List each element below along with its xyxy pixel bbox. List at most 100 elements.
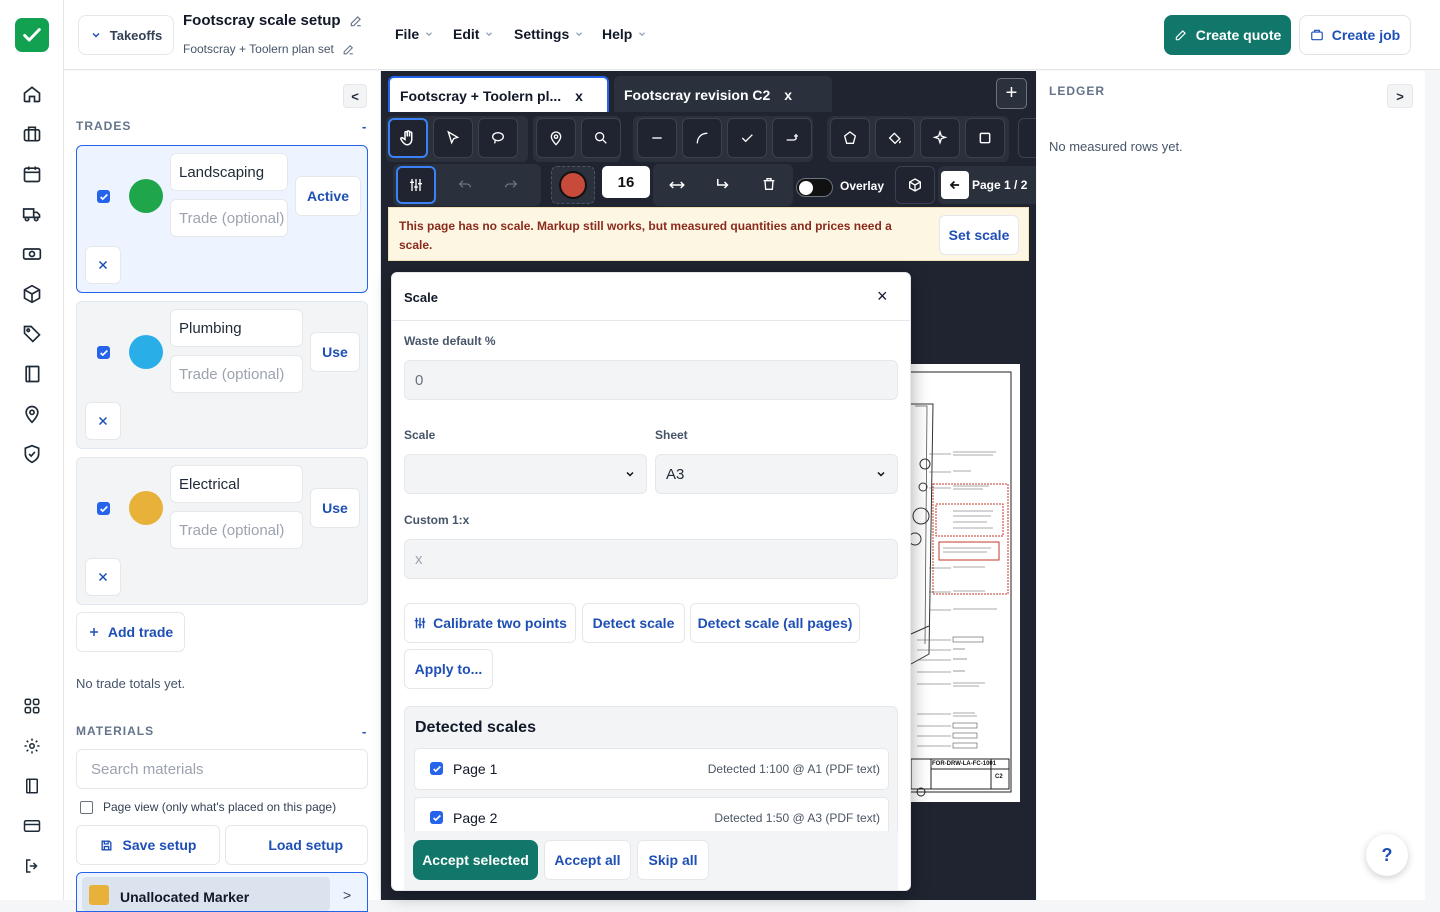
menu-settings[interactable]: Settings (514, 26, 584, 42)
trades-collapse-toggle[interactable]: - (362, 119, 366, 134)
trade-name-input[interactable]: Electrical (170, 465, 303, 503)
trade-optional-input[interactable]: Trade (optional) (170, 511, 303, 549)
waste-default-input[interactable]: 0 (404, 360, 898, 400)
detect-scale-button[interactable]: Detect scale (582, 603, 685, 643)
page-view-toggle[interactable]: Page view (only what's placed on this pa… (80, 800, 336, 814)
stroke-width-input[interactable]: 16 (602, 166, 650, 198)
load-setup-button[interactable]: Load setup (225, 825, 368, 865)
book-open-icon[interactable] (20, 774, 44, 798)
trade-use-button[interactable]: Use (310, 488, 360, 528)
help-button[interactable]: ? (1366, 834, 1408, 876)
trade-checkbox[interactable] (97, 346, 110, 359)
ai-tool-button[interactable] (920, 118, 960, 158)
add-trade-button[interactable]: Add trade (76, 612, 185, 652)
more-tools-button[interactable] (1018, 118, 1036, 158)
menu-file[interactable]: File (395, 26, 434, 42)
area-tool-button[interactable] (830, 118, 870, 158)
materials-collapse-toggle[interactable]: - (362, 724, 366, 739)
trade-color-swatch[interactable] (129, 179, 163, 213)
line-tool-button[interactable] (637, 118, 677, 158)
menu-help[interactable]: Help (602, 26, 647, 42)
trade-card-landscaping[interactable]: Landscaping Trade (optional) Active (76, 145, 368, 293)
fill-tool-button[interactable] (875, 118, 915, 158)
trade-active-button[interactable]: Active (295, 176, 361, 216)
grid-icon[interactable] (20, 694, 44, 718)
undo-icon[interactable] (457, 176, 473, 197)
trade-card-plumbing[interactable]: Plumbing Trade (optional) Use (76, 301, 368, 449)
sheet-select[interactable]: A3 (655, 454, 898, 494)
check-tool-button[interactable] (727, 118, 767, 158)
box-icon[interactable] (20, 282, 44, 306)
3d-view-button[interactable] (895, 166, 935, 204)
home-icon[interactable] (20, 82, 44, 106)
takeoffs-dropdown[interactable]: Takeoffs (78, 15, 174, 55)
rectangle-tool-button[interactable] (965, 118, 1005, 158)
create-quote-button[interactable]: Create quote (1164, 15, 1291, 55)
set-scale-button[interactable]: Set scale (939, 215, 1019, 255)
trade-checkbox[interactable] (97, 502, 110, 515)
expand-ledger-button[interactable]: > (1387, 84, 1413, 108)
calibrate-two-points-button[interactable]: Calibrate two points (404, 603, 576, 643)
pan-tool-button[interactable] (388, 118, 428, 158)
shield-check-icon[interactable] (20, 442, 44, 466)
detected-page-checkbox[interactable] (430, 762, 443, 775)
trade-checkbox[interactable] (97, 190, 110, 203)
page-view-checkbox[interactable] (80, 800, 93, 814)
apply-to-button[interactable]: Apply to... (404, 649, 493, 689)
color-picker[interactable] (551, 166, 595, 204)
custom-scale-input[interactable]: x (404, 539, 898, 579)
trade-use-button[interactable]: Use (310, 332, 360, 372)
gear-icon[interactable] (20, 734, 44, 758)
card-icon[interactable] (20, 814, 44, 838)
scrollbar-track[interactable] (1425, 71, 1440, 900)
truck-icon[interactable] (20, 202, 44, 226)
remove-trade-button[interactable] (85, 402, 121, 440)
add-tab-button[interactable]: + (996, 78, 1027, 109)
menu-edit[interactable]: Edit (453, 26, 494, 42)
detected-page-checkbox[interactable] (430, 811, 443, 824)
accept-all-button[interactable]: Accept all (544, 840, 631, 880)
pencil-icon[interactable] (342, 43, 355, 56)
tab-footscray-revision[interactable]: Footscray revision C2 x (614, 76, 832, 113)
flip-horizontal-icon[interactable] (668, 176, 686, 199)
calendar-icon[interactable] (20, 162, 44, 186)
briefcase-icon[interactable] (20, 122, 44, 146)
trade-name-input[interactable]: Plumbing (170, 309, 303, 347)
overlay-toggle[interactable] (796, 178, 833, 197)
remove-trade-button[interactable] (85, 558, 121, 596)
location-pin-icon[interactable] (20, 402, 44, 426)
tab-close-icon[interactable]: x (575, 88, 583, 104)
return-arrow-icon[interactable] (714, 176, 732, 199)
trash-icon[interactable] (761, 176, 777, 197)
skip-all-button[interactable]: Skip all (637, 840, 709, 880)
trade-card-electrical[interactable]: Electrical Trade (optional) Use (76, 457, 368, 605)
arc-tool-button[interactable] (682, 118, 722, 158)
lasso-tool-button[interactable] (478, 118, 518, 158)
search-materials-input[interactable]: Search materials (76, 749, 368, 789)
zoom-tool-button[interactable] (581, 118, 621, 158)
tab-footscray-toolern[interactable]: Footscray + Toolern pl... x (388, 76, 609, 113)
remove-trade-button[interactable] (85, 246, 121, 284)
chevron-right-icon[interactable]: > (343, 887, 351, 903)
close-icon[interactable]: × (877, 286, 888, 307)
app-logo-icon[interactable] (15, 18, 49, 52)
collapse-panel-button[interactable]: < (343, 84, 367, 108)
prev-page-button[interactable] (941, 171, 969, 199)
tag-icon[interactable] (20, 322, 44, 346)
trade-color-swatch[interactable] (129, 335, 163, 369)
scale-select[interactable] (404, 454, 647, 494)
trade-color-swatch[interactable] (129, 491, 163, 525)
book-icon[interactable] (20, 362, 44, 386)
cash-icon[interactable] (20, 242, 44, 266)
trade-optional-input[interactable]: Trade (optional) (170, 355, 303, 393)
select-tool-button[interactable] (433, 118, 473, 158)
polyline-tool-button[interactable] (772, 118, 812, 158)
detected-scale-row[interactable]: Page 1 Detected 1:100 @ A1 (PDF text) (414, 748, 889, 790)
adjust-button[interactable] (396, 166, 436, 204)
trade-optional-input[interactable]: Trade (optional) (170, 199, 288, 237)
save-setup-button[interactable]: Save setup (76, 825, 220, 865)
accept-selected-button[interactable]: Accept selected (413, 840, 538, 880)
tab-close-icon[interactable]: x (784, 87, 792, 103)
unallocated-marker-row[interactable]: Unallocated Marker > (76, 872, 368, 912)
logout-icon[interactable] (20, 854, 44, 878)
